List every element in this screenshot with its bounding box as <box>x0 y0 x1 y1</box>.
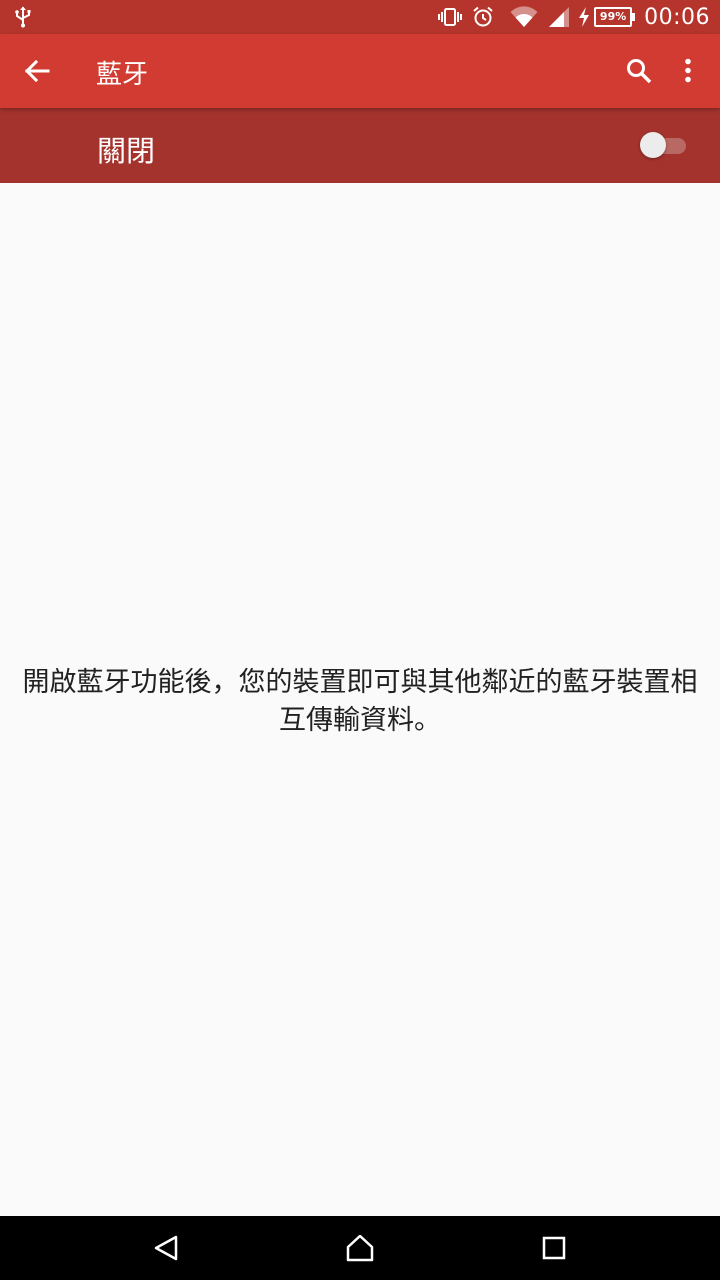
home-icon[interactable] <box>345 1234 375 1266</box>
bluetooth-toggle[interactable] <box>640 130 690 160</box>
status-bar: 99% 00:06 <box>0 0 720 34</box>
alarm-icon <box>472 6 494 28</box>
back-triangle-icon[interactable] <box>153 1234 179 1266</box>
back-arrow-icon[interactable] <box>24 58 50 88</box>
status-clock: 00:06 <box>644 4 710 30</box>
system-nav-bar <box>0 1216 720 1280</box>
usb-icon <box>14 6 32 32</box>
search-icon[interactable] <box>626 58 652 88</box>
bluetooth-switch-bar[interactable]: 關閉 <box>0 108 720 183</box>
vibrate-icon <box>438 7 463 27</box>
app-toolbar: 藍牙 <box>0 34 720 108</box>
battery-level: 99% <box>594 7 636 27</box>
recents-square-icon[interactable] <box>541 1234 567 1266</box>
switch-label: 關閉 <box>97 134 156 168</box>
more-vert-icon[interactable] <box>678 58 698 88</box>
empty-state-message: 開啟藍牙功能後，您的裝置即可與其他鄰近的藍牙裝置相互傳輸資料。 <box>22 667 698 736</box>
charging-icon <box>578 7 590 27</box>
wifi-icon <box>510 6 538 28</box>
page-title: 藍牙 <box>96 60 149 90</box>
toggle-thumb <box>640 132 666 158</box>
signal-icon <box>548 6 570 28</box>
